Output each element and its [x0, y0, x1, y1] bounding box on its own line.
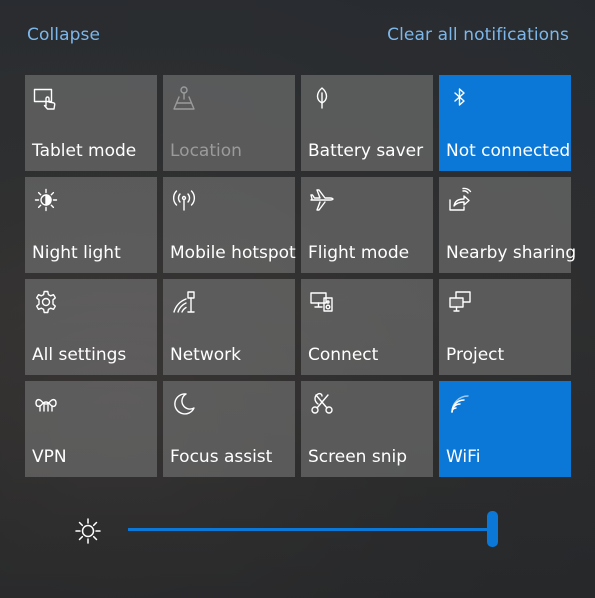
- tile-label: Flight mode: [308, 243, 410, 263]
- tile-label: Battery saver: [308, 141, 424, 161]
- tile-label: Location: [170, 141, 242, 161]
- connect-devices-icon: [309, 289, 335, 315]
- tile-location[interactable]: Location: [163, 75, 295, 171]
- collapse-link[interactable]: Collapse: [27, 25, 100, 45]
- brightness-control: [0, 508, 595, 552]
- mobile-hotspot-icon: [171, 187, 197, 213]
- tile-flight-mode[interactable]: Flight mode: [301, 177, 433, 273]
- tile-tablet-mode[interactable]: Tablet mode: [25, 75, 157, 171]
- brightness-slider-thumb[interactable]: [487, 511, 498, 547]
- tile-project[interactable]: Project: [439, 279, 571, 375]
- tile-all-settings[interactable]: All settings: [25, 279, 157, 375]
- tile-wifi[interactable]: WiFi: [439, 381, 571, 477]
- tile-label: Focus assist: [170, 447, 273, 467]
- tile-label: Tablet mode: [32, 141, 137, 161]
- bluetooth-icon: [447, 85, 473, 111]
- moon-icon: [171, 391, 197, 417]
- brightness-slider[interactable]: [128, 511, 498, 547]
- network-icon: [171, 289, 197, 315]
- location-icon: [171, 85, 197, 111]
- gear-icon: [33, 289, 59, 315]
- tile-label: Connect: [308, 345, 379, 365]
- tile-label: Not connected: [446, 141, 571, 161]
- tile-label: Mobile hotspot: [170, 243, 296, 263]
- tile-network[interactable]: Network: [163, 279, 295, 375]
- tile-screen-snip[interactable]: Screen snip: [301, 381, 433, 477]
- tile-mobile-hotspot[interactable]: Mobile hotspot: [163, 177, 296, 273]
- tile-connect[interactable]: Connect: [301, 279, 433, 375]
- wifi-icon: [447, 391, 473, 417]
- tile-label: WiFi: [446, 447, 481, 467]
- nearby-sharing-icon: [447, 187, 473, 213]
- tile-label: Project: [446, 345, 505, 365]
- clear-all-notifications-link[interactable]: Clear all notifications: [387, 25, 569, 45]
- brightness-sun-icon: [73, 516, 103, 546]
- tile-label: All settings: [32, 345, 127, 365]
- battery-saver-leaf-icon: [309, 85, 335, 111]
- tile-night-light[interactable]: Night light: [25, 177, 157, 273]
- tile-label: Night light: [32, 243, 121, 263]
- tile-bluetooth[interactable]: Not connected: [439, 75, 571, 171]
- action-center-panel: Collapse Clear all notifications Tablet …: [0, 0, 595, 598]
- tile-focus-assist[interactable]: Focus assist: [163, 381, 295, 477]
- tablet-mode-icon: [33, 85, 59, 111]
- tile-label: Network: [170, 345, 241, 365]
- tile-battery-saver[interactable]: Battery saver: [301, 75, 433, 171]
- tile-label: Nearby sharing: [446, 243, 577, 263]
- quick-actions-grid: Tablet mode Location Battery saver Not c…: [25, 75, 576, 477]
- project-display-icon: [447, 289, 473, 315]
- tile-label: VPN: [32, 447, 67, 467]
- tile-vpn[interactable]: VPN: [25, 381, 157, 477]
- airplane-icon: [309, 187, 335, 213]
- scissors-icon: [309, 391, 335, 417]
- tile-label: Screen snip: [308, 447, 407, 467]
- brightness-slider-fill: [128, 528, 498, 531]
- tile-nearby-sharing[interactable]: Nearby sharing: [439, 177, 576, 273]
- night-light-sun-icon: [33, 187, 59, 213]
- vpn-icon: [33, 391, 59, 417]
